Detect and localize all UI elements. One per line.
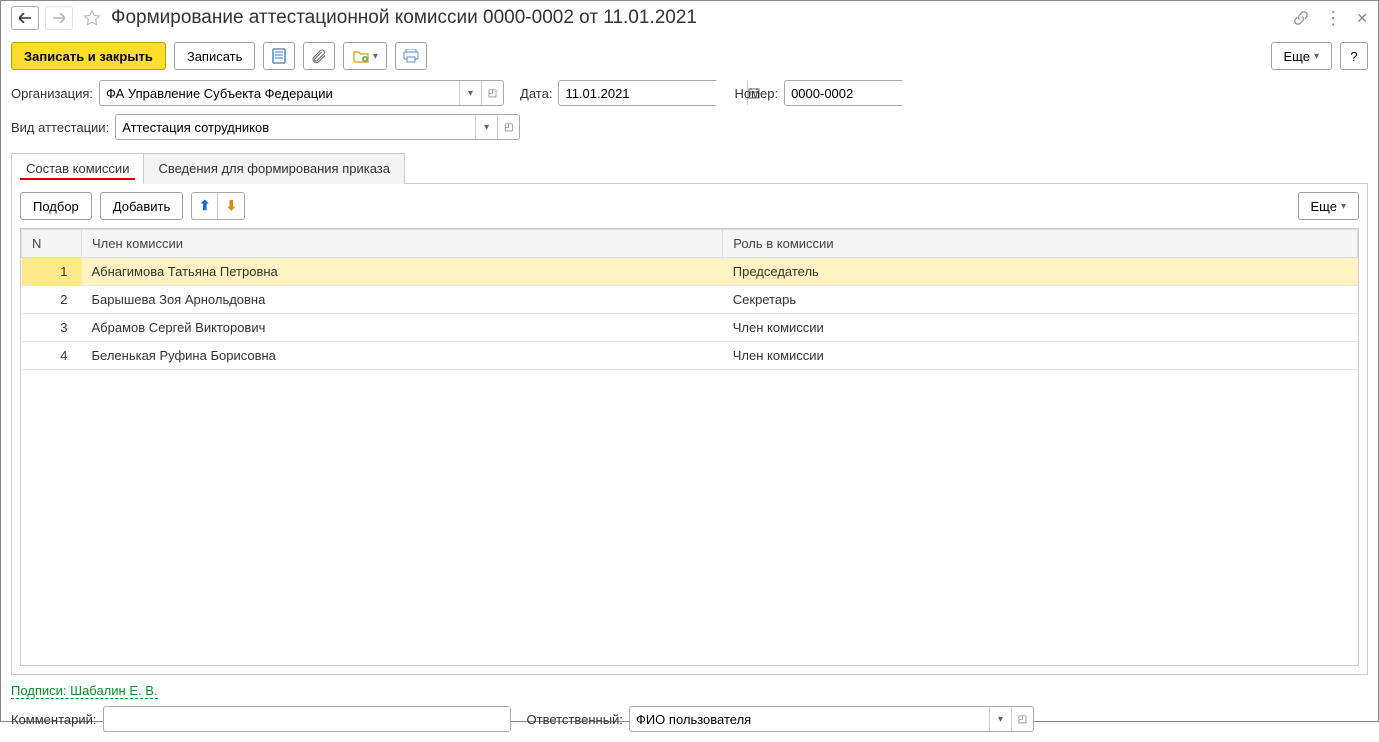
tabs: Состав комиссии Сведения для формировани… bbox=[1, 144, 1378, 183]
col-n[interactable]: N bbox=[22, 230, 82, 258]
cell-role: Секретарь bbox=[723, 286, 1358, 314]
back-button[interactable] bbox=[11, 6, 39, 30]
move-up-button[interactable]: ⬆ bbox=[192, 193, 218, 219]
printer-icon bbox=[403, 49, 419, 63]
window-title: Формирование аттестационной комиссии 000… bbox=[111, 7, 1286, 29]
number-field[interactable] bbox=[784, 80, 904, 106]
commission-table: N Член комиссии Роль в комиссии 1Абнагим… bbox=[20, 228, 1359, 666]
org-label: Организация: bbox=[11, 86, 93, 101]
date-field[interactable] bbox=[558, 80, 718, 106]
kebab-menu-icon[interactable]: ⋮ bbox=[1324, 9, 1342, 27]
signatures-link[interactable]: Подписи: Шабалин Е. В. bbox=[11, 683, 158, 699]
cell-member: Абрамов Сергей Викторович bbox=[82, 314, 723, 342]
table-header-row: N Член комиссии Роль в комиссии bbox=[22, 230, 1358, 258]
col-role[interactable]: Роль в комиссии bbox=[723, 230, 1358, 258]
att-type-field[interactable]: ▾ ◰ bbox=[115, 114, 520, 140]
cell-role: Член комиссии bbox=[723, 342, 1358, 370]
responsible-label: Ответственный: bbox=[527, 712, 623, 727]
org-row: Организация: ▾ ◰ Дата: Номер: bbox=[1, 76, 1378, 110]
more-button[interactable]: Еще bbox=[1271, 42, 1332, 70]
col-member[interactable]: Член комиссии bbox=[82, 230, 723, 258]
pick-button[interactable]: Подбор bbox=[20, 192, 92, 220]
open-icon[interactable]: ◰ bbox=[1011, 707, 1033, 731]
cell-role: Член комиссии bbox=[723, 314, 1358, 342]
open-icon[interactable]: ◰ bbox=[497, 115, 519, 139]
tab-order-info[interactable]: Сведения для формирования приказа bbox=[143, 153, 405, 184]
create-from-button[interactable] bbox=[343, 42, 387, 70]
dropdown-icon[interactable]: ▾ bbox=[475, 115, 497, 139]
table-row[interactable]: 4Беленькая Руфина БорисовнаЧлен комиссии bbox=[22, 342, 1358, 370]
save-and-close-button[interactable]: Записать и закрыть bbox=[11, 42, 166, 70]
cell-role: Председатель bbox=[723, 258, 1358, 286]
att-type-row: Вид аттестации: ▾ ◰ bbox=[1, 110, 1378, 144]
cell-member: Абнагимова Татьяна Петровна bbox=[82, 258, 723, 286]
folder-plus-icon bbox=[353, 49, 369, 63]
dropdown-icon[interactable]: ▾ bbox=[459, 81, 481, 105]
panel-toolbar: Подбор Добавить ⬆ ⬇ Еще bbox=[20, 192, 1359, 220]
table-row[interactable]: 2Барышева Зоя АрнольдовнаСекретарь bbox=[22, 286, 1358, 314]
table-row[interactable]: 3Абрамов Сергей ВикторовичЧлен комиссии bbox=[22, 314, 1358, 342]
signatures: Подписи: Шабалин Е. В. bbox=[1, 675, 1378, 700]
titlebar: Формирование аттестационной комиссии 000… bbox=[1, 1, 1378, 36]
cell-member: Беленькая Руфина Борисовна bbox=[82, 342, 723, 370]
help-button[interactable]: ? bbox=[1340, 42, 1368, 70]
table-row[interactable]: 1Абнагимова Татьяна ПетровнаПредседатель bbox=[22, 258, 1358, 286]
bottom-row: Комментарий: Ответственный: ▾ ◰ bbox=[1, 700, 1378, 742]
tab-panel-composition: Подбор Добавить ⬆ ⬇ Еще N Член комиссии … bbox=[11, 183, 1368, 675]
paperclip-icon bbox=[311, 48, 327, 64]
favorite-icon[interactable] bbox=[81, 7, 103, 29]
arrow-down-icon: ⬇ bbox=[226, 198, 237, 214]
dropdown-icon[interactable]: ▾ bbox=[989, 707, 1011, 731]
responsible-input[interactable] bbox=[630, 707, 989, 731]
arrow-right-icon bbox=[53, 13, 65, 23]
responsible-field[interactable]: ▾ ◰ bbox=[629, 706, 1034, 732]
number-label: Номер: bbox=[734, 86, 778, 101]
open-icon[interactable]: ◰ bbox=[481, 81, 503, 105]
cell-member: Барышева Зоя Арнольдовна bbox=[82, 286, 723, 314]
document-icon bbox=[272, 48, 286, 64]
comment-field[interactable] bbox=[103, 706, 511, 732]
cell-n: 4 bbox=[22, 342, 82, 370]
date-label: Дата: bbox=[520, 86, 552, 101]
att-type-label: Вид аттестации: bbox=[11, 120, 109, 135]
main-toolbar: Записать и закрыть Записать Еще ? bbox=[1, 36, 1378, 76]
conduct-button[interactable] bbox=[263, 42, 295, 70]
arrow-up-icon: ⬆ bbox=[199, 198, 210, 214]
date-input[interactable] bbox=[559, 81, 747, 105]
save-button[interactable]: Записать bbox=[174, 42, 256, 70]
number-input[interactable] bbox=[785, 81, 973, 105]
attach-button[interactable] bbox=[303, 42, 335, 70]
panel-more-button[interactable]: Еще bbox=[1298, 192, 1359, 220]
arrow-left-icon bbox=[19, 13, 31, 23]
cell-n: 1 bbox=[22, 258, 82, 286]
org-field[interactable]: ▾ ◰ bbox=[99, 80, 504, 106]
org-input[interactable] bbox=[100, 81, 459, 105]
att-type-input[interactable] bbox=[116, 115, 475, 139]
comment-input[interactable] bbox=[104, 707, 510, 731]
cell-n: 3 bbox=[22, 314, 82, 342]
forward-button[interactable] bbox=[45, 6, 73, 30]
move-down-button[interactable]: ⬇ bbox=[218, 193, 244, 219]
tab-composition[interactable]: Состав комиссии bbox=[11, 153, 144, 184]
comment-label: Комментарий: bbox=[11, 712, 97, 727]
close-icon[interactable]: ✕ bbox=[1356, 10, 1368, 27]
link-icon[interactable] bbox=[1292, 9, 1310, 27]
cell-n: 2 bbox=[22, 286, 82, 314]
add-button[interactable]: Добавить bbox=[100, 192, 183, 220]
print-button[interactable] bbox=[395, 42, 427, 70]
